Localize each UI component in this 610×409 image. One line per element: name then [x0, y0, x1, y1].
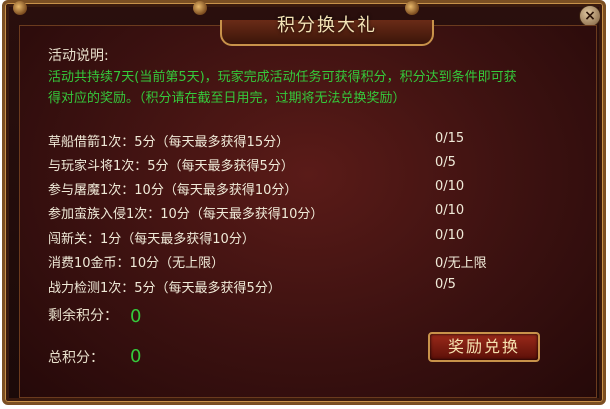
corner-ornament-icon — [13, 1, 27, 15]
task-label: 闯新关：1分（每天最多获得10分） — [48, 232, 255, 247]
redeem-reward-button[interactable]: 奖励兑换 — [428, 332, 540, 362]
title-banner: 积分换大礼 — [220, 17, 434, 46]
task-progress: 0/10 — [435, 179, 465, 194]
remaining-score-label: 剩余积分： — [48, 308, 118, 324]
task-label: 消费10金币：10分（无上限） — [48, 256, 225, 271]
task-label: 参加蛮族入侵1次：10分（每天最多获得10分） — [48, 207, 324, 222]
close-icon[interactable]: × — [579, 5, 601, 27]
task-label: 与玩家斗将1次：5分（每天最多获得5分） — [48, 159, 294, 174]
description-line: 活动共持续7天(当前第5天)，玩家完成活动任务可获得积分，积分达到条件即可获 — [48, 70, 517, 85]
task-progress: 0/5 — [435, 155, 456, 170]
task-label: 参与屠魔1次：10分（每天最多获得10分） — [48, 183, 298, 198]
task-progress: 0/10 — [435, 203, 465, 218]
task-progress: 0/无上限 — [435, 256, 487, 271]
task-progress: 0/10 — [435, 228, 465, 243]
task-label: 战力检测1次：5分（每天最多获得5分） — [48, 281, 281, 296]
corner-ornament-icon — [193, 1, 207, 15]
corner-ornament-icon — [405, 1, 419, 15]
task-progress: 0/5 — [435, 277, 456, 292]
dialog-title: 积分换大礼 — [277, 15, 377, 36]
description-heading: 活动说明: — [48, 48, 109, 64]
description-line: 得对应的奖励。（积分请在截至日用完，过期将无法兑换奖励） — [48, 91, 406, 106]
task-label: 草船借箭1次：5分（每天最多获得15分） — [48, 135, 290, 150]
total-score-value: 0 — [130, 346, 142, 367]
remaining-score-value: 0 — [130, 306, 142, 327]
description-text: 活动共持续7天(当前第5天)，玩家完成活动任务可获得积分，积分达到条件即可获 得… — [48, 67, 568, 109]
task-progress: 0/15 — [435, 131, 465, 146]
total-score-label: 总积分： — [48, 350, 104, 366]
